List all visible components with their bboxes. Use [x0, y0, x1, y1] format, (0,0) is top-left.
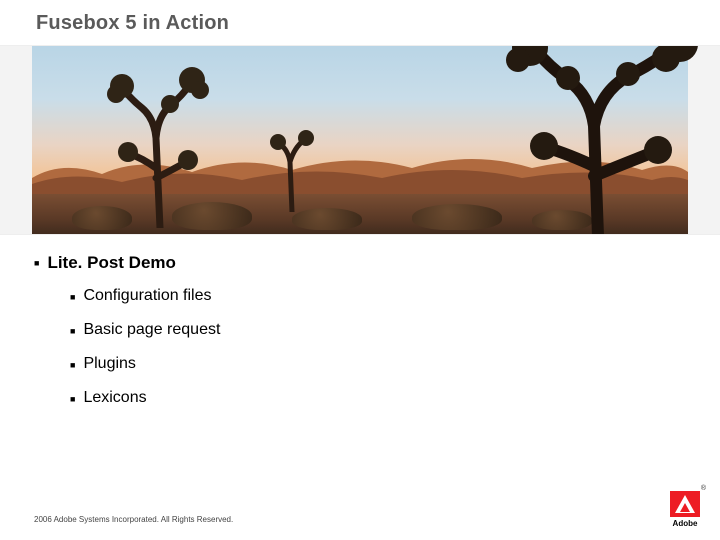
list-item-label: Lexicons	[83, 389, 146, 407]
list-item: ■ Plugins	[70, 355, 686, 375]
list-item-label: Basic page request	[83, 321, 220, 339]
list-item: ■ Configuration files	[70, 287, 686, 307]
bullet-icon: ■	[70, 355, 75, 375]
hero-image	[32, 46, 688, 235]
joshua-tree	[92, 58, 232, 228]
list-item-label: Plugins	[83, 355, 135, 373]
adobe-logo-mark	[670, 491, 700, 517]
list-heading-label: Lite. Post Demo	[47, 253, 175, 273]
list-item-label: Configuration files	[83, 287, 211, 305]
content: ■ Lite. Post Demo ■ Configuration files …	[0, 235, 720, 409]
bullet-icon: ■	[70, 389, 75, 409]
hero-banner	[0, 45, 720, 235]
title-area: Fusebox 5 in Action	[0, 0, 720, 45]
list-item: ■ Basic page request	[70, 321, 686, 341]
sublist: ■ Configuration files ■ Basic page reque…	[34, 287, 686, 409]
registered-icon: ®	[701, 485, 706, 492]
list-item: ■ Lexicons	[70, 389, 686, 409]
bullet-icon: ■	[70, 321, 75, 341]
bullet-icon: ■	[34, 253, 39, 273]
list-heading: ■ Lite. Post Demo	[34, 253, 686, 273]
adobe-logo: ® Adobe	[670, 491, 700, 528]
joshua-tree-small	[262, 122, 322, 212]
page-title: Fusebox 5 in Action	[36, 12, 720, 35]
adobe-logo-text: Adobe	[670, 519, 700, 528]
joshua-tree-large	[478, 45, 698, 235]
bullet-icon: ■	[70, 287, 75, 307]
slide: Fusebox 5 in Action	[0, 0, 720, 540]
footer-copyright: 2006 Adobe Systems Incorporated. All Rig…	[34, 515, 233, 524]
